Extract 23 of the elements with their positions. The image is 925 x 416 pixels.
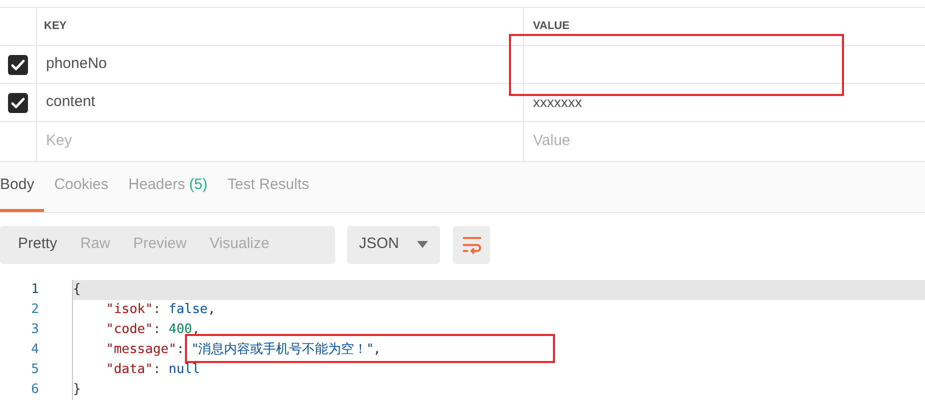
- wrap-lines-button[interactable]: [453, 226, 490, 264]
- checkbox[interactable]: [8, 92, 28, 112]
- checkbox[interactable]: [8, 54, 28, 74]
- key-field[interactable]: content: [37, 84, 524, 121]
- line-number: 2: [30, 301, 40, 320]
- value-field[interactable]: Value: [524, 122, 925, 161]
- header-count: (5): [189, 175, 208, 196]
- key-field[interactable]: phoneNo: [37, 46, 524, 83]
- column-header: KEY: [37, 8, 524, 45]
- line-number: 5: [30, 361, 40, 380]
- caret-icon: [417, 241, 428, 248]
- line-number: 3: [30, 321, 40, 340]
- checkmark-icon: [11, 96, 25, 108]
- view-mode-tab[interactable]: Pretty: [8, 233, 68, 256]
- value-field[interactable]: xxxxxxx: [524, 84, 925, 121]
- line-number: 1: [30, 281, 40, 300]
- format-select[interactable]: JSON: [347, 226, 440, 264]
- column-header: VALUE: [532, 19, 570, 34]
- line-number: 6: [30, 381, 40, 400]
- checkmark-icon: [11, 58, 25, 70]
- wrap-lines-icon: [462, 236, 482, 254]
- response-tab[interactable]: Body: [0, 162, 44, 212]
- line-number: 4: [30, 341, 40, 360]
